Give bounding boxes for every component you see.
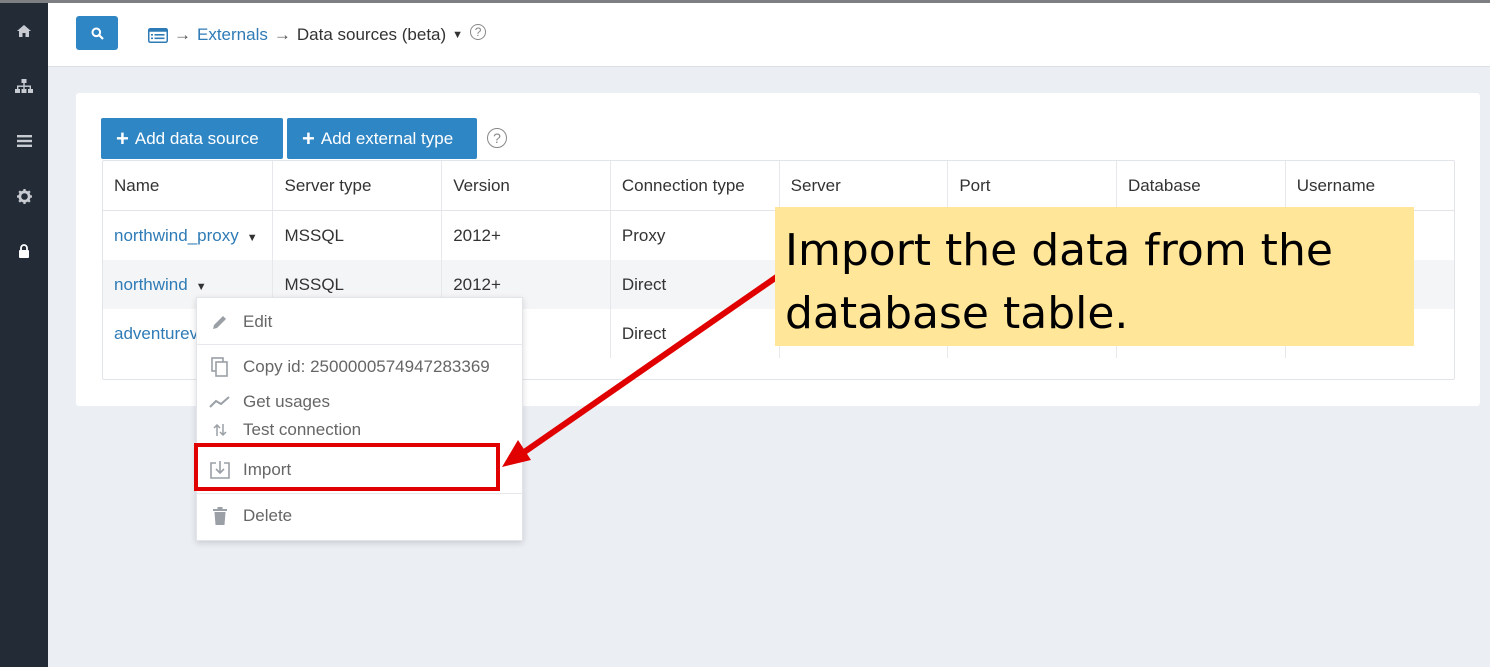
copy-icon [197, 357, 243, 377]
breadcrumb-externals[interactable]: Externals [197, 25, 268, 45]
row-menu-caret-icon[interactable]: ▼ [247, 232, 258, 244]
data-source-link[interactable]: northwind_proxy [114, 226, 239, 245]
menu-item-label: Get usages [243, 392, 330, 411]
column-header[interactable]: Name [103, 161, 274, 211]
top-header: → Externals → Data sources (beta) ▼ ? [48, 3, 1490, 67]
trash-icon [197, 506, 243, 526]
column-header[interactable]: Connection type [610, 161, 780, 211]
line-chart-icon [197, 395, 243, 409]
data-source-link[interactable]: northwind [114, 275, 188, 294]
callout-line: database table. [785, 288, 1129, 339]
add-external-type-label: Add external type [320, 128, 454, 148]
sidebar [0, 3, 48, 667]
column-header[interactable]: Username [1285, 161, 1454, 211]
home-icon[interactable] [0, 16, 48, 46]
search-button[interactable] [76, 16, 118, 50]
annotation-callout: Import the data from the database table. [775, 207, 1414, 346]
table-header-row: Name Server type Version Connection type… [103, 161, 1454, 211]
breadcrumb-separator: → [174, 25, 191, 44]
menu-icon[interactable] [0, 126, 48, 156]
breadcrumb-current: Data sources (beta) [296, 25, 447, 44]
menu-item-label: Copy id: 2500000574947283369 [243, 357, 490, 376]
pencil-icon [197, 313, 243, 331]
menu-divider [197, 344, 522, 345]
dropdown-caret-icon[interactable]: ▼ [452, 29, 463, 41]
plus-icon: + [116, 125, 129, 151]
menu-item-label: Test connection [243, 420, 362, 439]
row-context-menu: Edit Copy id: 2500000574947283369 Get us… [196, 297, 523, 541]
sitemap-icon[interactable] [0, 71, 48, 101]
menu-item-label: Delete [243, 506, 293, 525]
breadcrumb: → Externals → Data sources (beta) ▼ ? [148, 23, 487, 47]
callout-line: Import the data from the [785, 225, 1333, 276]
breadcrumb-separator: → [273, 25, 291, 44]
add-data-source-label: Add data source [134, 128, 259, 148]
help-icon[interactable]: ? [470, 24, 487, 40]
transfer-icon [197, 422, 243, 438]
gear-icon[interactable] [0, 181, 48, 211]
import-highlight-box [194, 443, 500, 491]
table-cell: Proxy [610, 210, 780, 260]
column-header[interactable]: Database [1116, 161, 1286, 211]
plus-icon: + [302, 125, 315, 151]
search-icon [91, 27, 104, 40]
menu-divider [197, 493, 522, 494]
lock-icon[interactable] [0, 236, 48, 266]
menu-item-delete[interactable]: Delete [197, 500, 522, 532]
menu-item-edit[interactable]: Edit [197, 306, 522, 338]
add-data-source-button[interactable]: + Add data source [101, 118, 283, 159]
table-cell: Direct [610, 309, 780, 358]
menu-item-copy-id[interactable]: Copy id: 2500000574947283369 [197, 351, 522, 383]
column-header[interactable]: Port [947, 161, 1117, 211]
help-icon[interactable]: ? [487, 128, 507, 148]
menu-item-label: Edit [243, 312, 273, 331]
add-external-type-button[interactable]: + Add external type [287, 118, 477, 159]
data-source-link[interactable]: adventurev [114, 324, 198, 343]
column-header[interactable]: Version [441, 161, 611, 211]
menu-item-get-usages[interactable]: Get usages [197, 386, 522, 418]
list-icon[interactable] [148, 27, 168, 43]
menu-item-test-connection[interactable]: Test connection [197, 419, 522, 441]
row-menu-caret-icon[interactable]: ▼ [196, 281, 207, 293]
column-header[interactable]: Server type [272, 161, 443, 211]
column-header[interactable]: Server [779, 161, 949, 211]
table-cell: 2012+ [441, 210, 611, 260]
table-cell: MSSQL [272, 210, 443, 260]
table-cell: Direct [610, 260, 780, 309]
